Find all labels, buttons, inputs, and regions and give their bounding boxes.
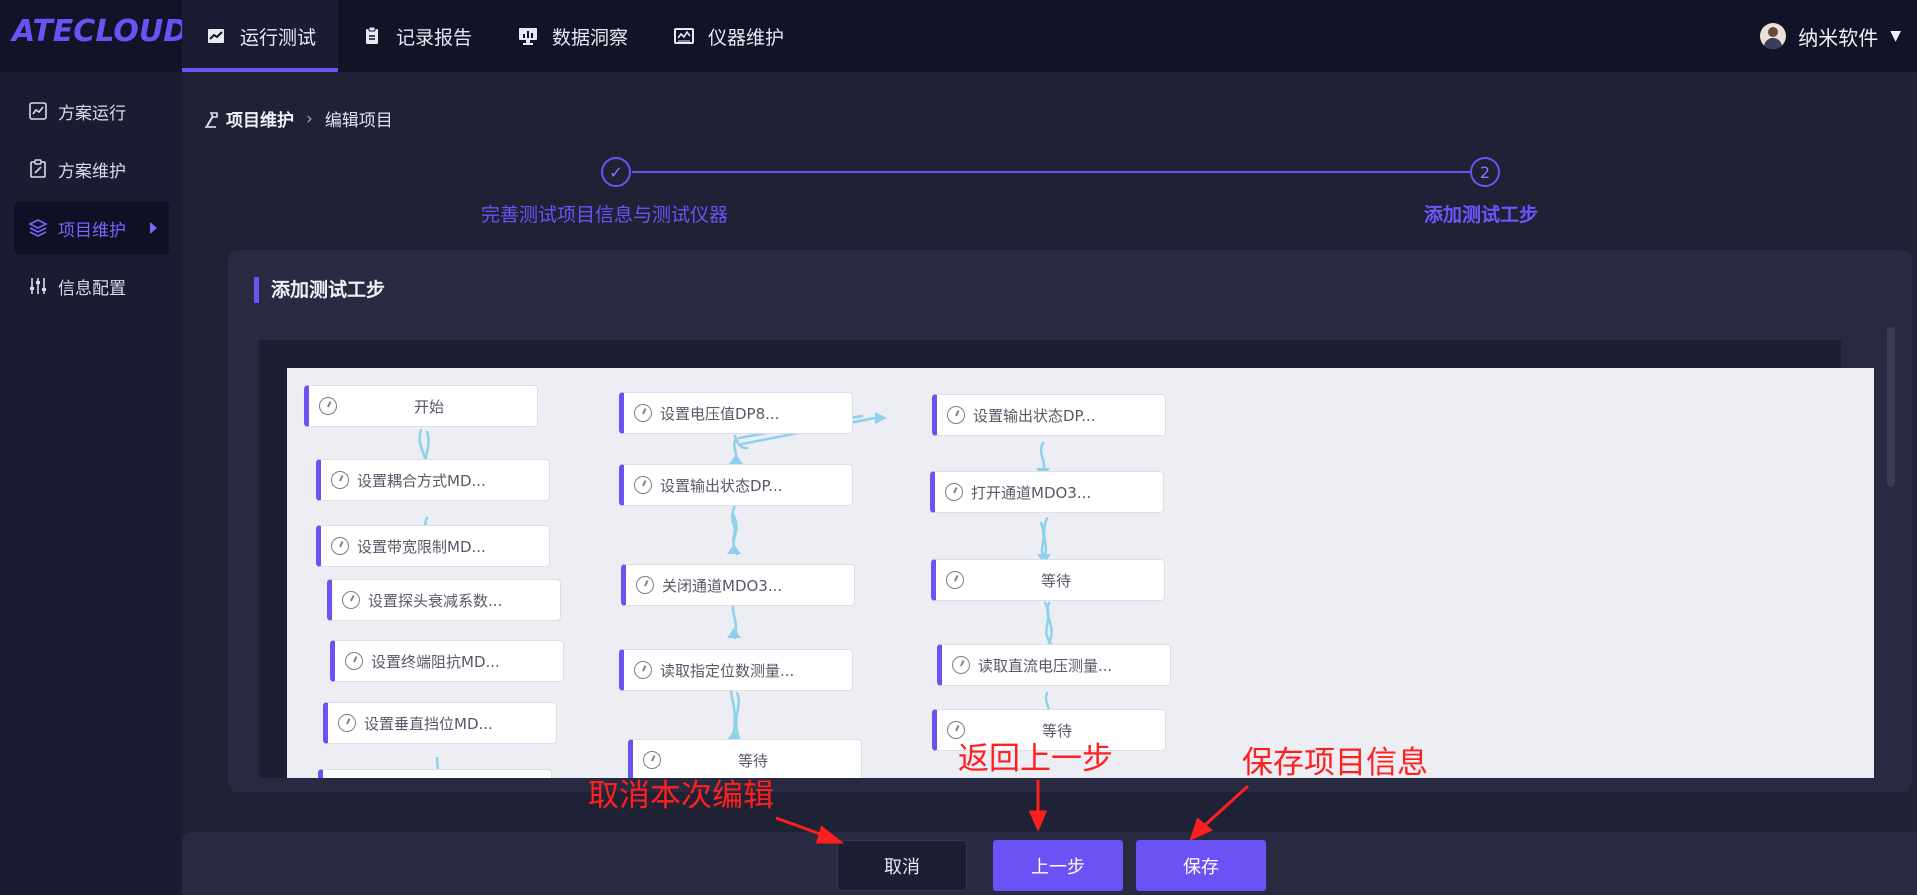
flow-node[interactable]: 设置输出状态DP... — [619, 464, 853, 506]
layers-icon — [28, 219, 48, 237]
sidebar-item-info-config[interactable]: 信息配置 — [14, 260, 169, 312]
nav-tab-run-test[interactable]: 运行测试 — [182, 0, 338, 72]
gauge-icon — [331, 471, 349, 489]
flow-node[interactable]: 设置耦合方式MD... — [316, 459, 550, 501]
flow-node[interactable]: 设置电压值DP8... — [619, 392, 853, 434]
sidebar — [0, 72, 182, 895]
breadcrumb-link-project[interactable]: 项目维护 — [226, 106, 294, 131]
user-name: 纳米软件 — [1798, 25, 1879, 50]
gauge-icon — [946, 571, 964, 589]
top-navbar: ATECLOUD 运行测试 记录报告 数据洞察 仪器维护 纳米软件 ▼ — [0, 0, 1917, 72]
nav-tab-label: 数据洞察 — [552, 26, 629, 49]
scrollbar[interactable] — [1887, 327, 1895, 487]
app-logo: ATECLOUD — [12, 14, 189, 49]
flow-node[interactable]: 设置垂直挡位MD... — [323, 702, 557, 744]
flow-node[interactable]: 设置输出状态DP... — [932, 394, 1166, 436]
step-2-label: 添加测试工步 — [1424, 204, 1539, 226]
flow-canvas[interactable]: 开始 设置耦合方式MD... 设置带宽限制MD... 设置探头衰减系数... 设… — [287, 368, 1874, 778]
nav-tab-records[interactable]: 记录报告 — [362, 0, 472, 72]
sidebar-item-project-maintain[interactable]: 项目维护 — [14, 202, 169, 254]
gauge-icon — [331, 537, 349, 555]
gauge-icon — [947, 406, 965, 424]
hammer-icon — [205, 111, 218, 128]
annotation-prev: 返回上一步 — [958, 741, 1113, 777]
flow-node[interactable]: 打开通道MDO3... — [930, 471, 1164, 513]
step-1-done-check-icon: ✓ — [601, 157, 631, 187]
caret-right-icon — [150, 222, 157, 234]
gauge-icon — [634, 404, 652, 422]
gauge-icon — [342, 591, 360, 609]
flow-node[interactable]: 关闭通道MDO3... — [621, 564, 855, 606]
chart-icon — [29, 102, 47, 120]
gauge-icon — [945, 483, 963, 501]
flow-node[interactable]: 设置带宽限制MD... — [316, 525, 550, 567]
cancel-button[interactable]: 取消 — [837, 840, 967, 891]
nav-tab-label: 运行测试 — [240, 26, 317, 49]
gauge-icon — [634, 476, 652, 494]
flow-node-wait[interactable]: 等待 — [931, 559, 1165, 601]
flow-node[interactable]: 设置探头衰减系数... — [327, 579, 561, 621]
annotation-cancel: 取消本次编辑 — [588, 778, 774, 814]
gauge-icon — [345, 652, 363, 670]
breadcrumb-current: 编辑项目 — [324, 111, 393, 131]
save-button[interactable]: 保存 — [1136, 840, 1266, 891]
sidebar-item-label: 方案运行 — [58, 103, 126, 124]
sidebar-item-label: 信息配置 — [58, 278, 126, 299]
gauge-icon — [636, 576, 654, 594]
prev-step-button[interactable]: 上一步 — [993, 840, 1123, 891]
steps-progress-line — [632, 171, 1472, 173]
step-2-number: 2 — [1470, 157, 1500, 187]
annotation-save: 保存项目信息 — [1242, 745, 1428, 781]
chevron-right-icon: › — [306, 108, 313, 129]
line-chart-icon — [208, 29, 224, 43]
sidebar-item-label: 项目维护 — [58, 220, 126, 241]
step-1-label: 完善测试项目信息与测试仪器 — [481, 204, 729, 226]
nav-tab-instrument[interactable]: 仪器维护 — [674, 0, 784, 72]
avatar — [1760, 23, 1787, 49]
gauge-icon — [338, 714, 356, 732]
monitor-chart-icon — [519, 28, 537, 45]
clipboard-icon — [366, 26, 378, 44]
flow-node[interactable]: 读取直流电压测量... — [937, 644, 1171, 686]
flow-node[interactable]: 设置终端阻抗MD... — [330, 640, 564, 682]
instrument-icon — [674, 28, 694, 44]
chevron-down-icon: ▼ — [1890, 28, 1901, 44]
nav-tab-label: 记录报告 — [396, 26, 473, 49]
breadcrumb: 项目维护 › 编辑项目 — [204, 106, 393, 131]
gauge-icon — [634, 661, 652, 679]
flow-node[interactable]: 读取指定位数测量... — [619, 649, 853, 691]
edit-doc-icon — [30, 159, 46, 178]
flow-node-partial[interactable] — [318, 769, 552, 778]
user-menu[interactable]: 纳米软件 ▼ — [1760, 0, 1901, 72]
sliders-icon — [30, 278, 46, 294]
nav-tab-label: 仪器维护 — [708, 26, 785, 49]
gauge-icon — [952, 656, 970, 674]
nav-tab-data-insight[interactable]: 数据洞察 — [518, 0, 628, 72]
gauge-icon — [643, 751, 661, 769]
sidebar-item-label: 方案维护 — [58, 161, 126, 182]
section-title: 添加测试工步 — [254, 277, 385, 303]
sidebar-item-plan-maintain[interactable]: 方案维护 — [14, 143, 169, 195]
flow-node-start[interactable]: 开始 — [304, 385, 538, 427]
clock-icon — [319, 397, 337, 415]
sidebar-item-plan-run[interactable]: 方案运行 — [14, 85, 169, 137]
